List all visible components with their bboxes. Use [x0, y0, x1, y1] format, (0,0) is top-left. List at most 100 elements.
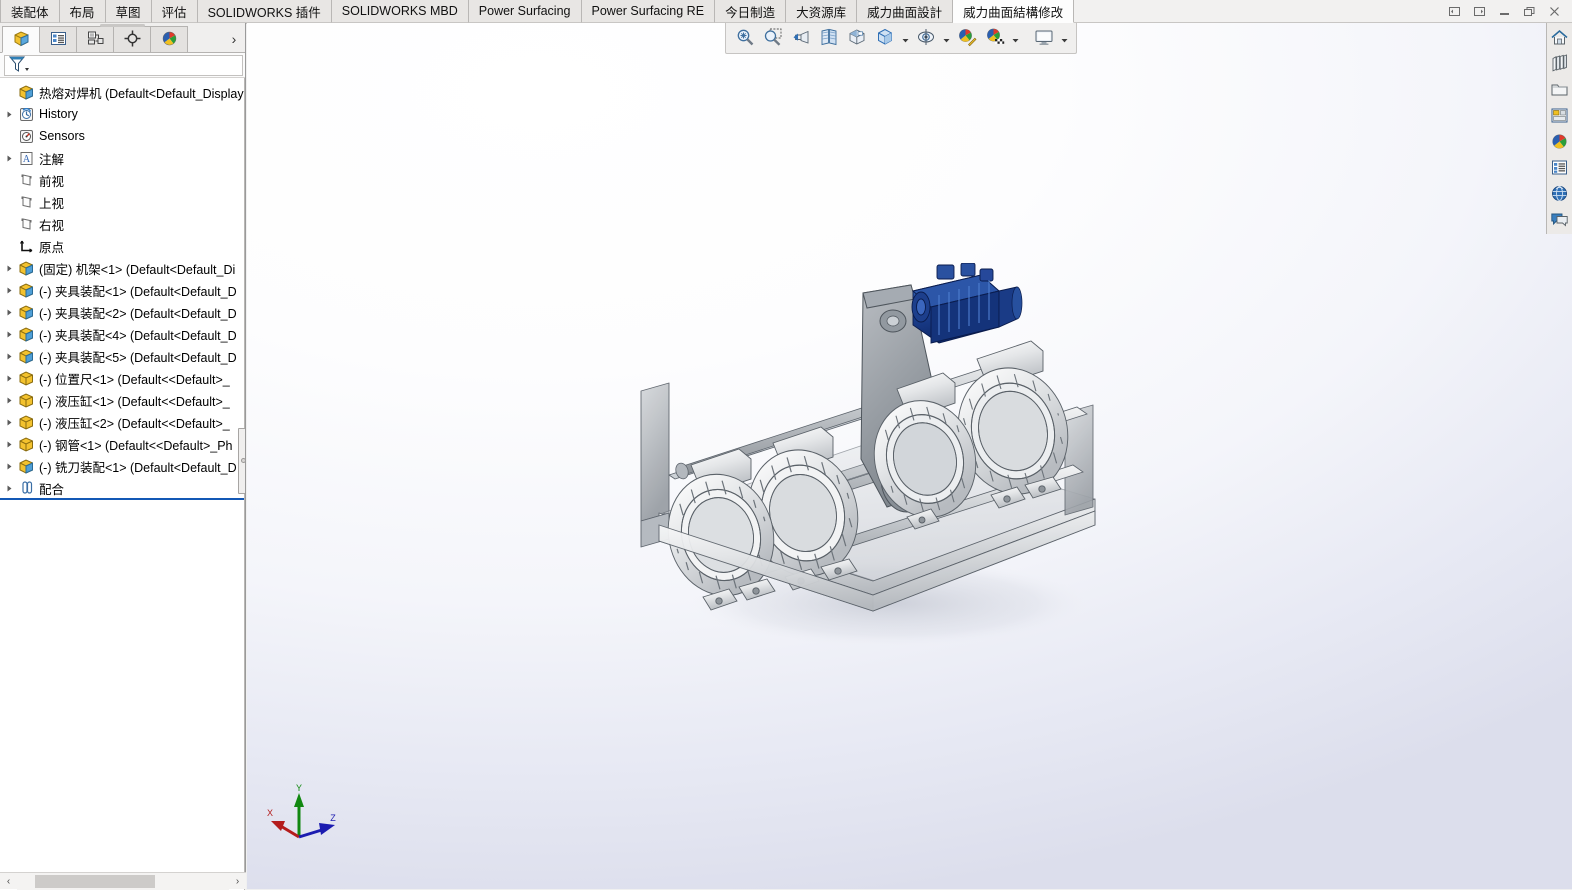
3d-content-central-button[interactable] [1548, 182, 1571, 207]
expand-twisty-icon[interactable] [2, 389, 16, 411]
expand-twisty-icon[interactable] [2, 367, 16, 389]
mates-icon [16, 477, 36, 499]
previous-view-button[interactable] [788, 26, 814, 51]
expand-twisty-icon[interactable] [2, 147, 16, 169]
feature-tree-tab[interactable] [2, 26, 40, 53]
model-3d-assembly[interactable] [625, 262, 1145, 683]
tree-item-component-position-gauge[interactable]: (-) 位置尺<1> (Default<<Default>_ [0, 367, 245, 389]
edit-appearance-button[interactable] [954, 26, 980, 51]
ribbon-tab-assembly[interactable]: 装配体 [0, 0, 60, 23]
feature-tree-horizontal-scrollbar[interactable]: ‹ › [0, 872, 246, 890]
tree-item-component-fixture-4[interactable]: (-) 夹具装配<4> (Default<Default_D [0, 323, 245, 345]
display-style-dropdown-caret[interactable] [900, 26, 911, 51]
tree-item-component-steel-pipe[interactable]: (-) 钢管<1> (Default<<Default>_Ph [0, 433, 245, 455]
expand-twisty-icon[interactable] [2, 477, 16, 499]
expand-twisty-icon[interactable] [2, 323, 16, 345]
restore-button[interactable] [1517, 1, 1541, 22]
ribbon-tab-power-surfacing[interactable]: Power Surfacing [468, 0, 582, 23]
zoom-to-area-button[interactable] [760, 26, 786, 51]
appearances-scenes-button[interactable] [1548, 130, 1571, 155]
ribbon-tab-solidworks-addins[interactable]: SOLIDWORKS 插件 [197, 0, 332, 23]
view-orientation-icon [847, 27, 867, 50]
expand-twisty-icon[interactable] [2, 433, 16, 455]
configuration-manager-tab[interactable] [76, 26, 114, 52]
tree-item-component-frame[interactable]: (固定) 机架<1> (Default<Default_Di [0, 257, 245, 279]
ribbon-tab-power-surface-structure-edit[interactable]: 威力曲面結構修改 [953, 0, 1075, 23]
hide-show-items-button[interactable] [913, 26, 939, 51]
tree-item-sensors[interactable]: Sensors [0, 125, 245, 147]
view-palette-button[interactable] [1548, 104, 1571, 129]
design-library-button[interactable] [1548, 52, 1571, 77]
filter-funnel-icon[interactable] [8, 54, 30, 77]
restore-down-right-button[interactable] [1467, 1, 1491, 22]
zoom-to-fit-button[interactable] [732, 26, 758, 51]
ribbon-tab-manufacture-today[interactable]: 今日制造 [715, 0, 787, 23]
expand-twisty-icon[interactable] [2, 411, 16, 433]
tree-item-label: History [39, 107, 78, 121]
display-style-button[interactable] [872, 26, 898, 51]
view-orientation-button[interactable] [844, 26, 870, 51]
expand-twisty-icon[interactable] [2, 279, 16, 301]
tree-item-history[interactable]: History [0, 103, 245, 125]
panel-splitter-handle[interactable] [238, 428, 245, 494]
ribbon-tab-layout[interactable]: 布局 [59, 0, 106, 23]
tree-item-component-hydraulic-cylinder-1[interactable]: (-) 液压缸<1> (Default<<Default>_ [0, 389, 245, 411]
tree-item-front-plane[interactable]: 前视 [0, 169, 245, 191]
ribbon-tab-evaluate[interactable]: 评估 [151, 0, 198, 23]
subpart-icon [16, 389, 36, 411]
globe-icon [1550, 184, 1569, 206]
tree-item-origin[interactable]: 原点 [0, 235, 245, 257]
apply-scene-button[interactable] [982, 26, 1008, 51]
custom-properties-button[interactable] [1548, 156, 1571, 181]
restore-down-left-button[interactable] [1442, 1, 1466, 22]
ribbon-tab-solidworks-mbd[interactable]: SOLIDWORKS MBD [331, 0, 469, 23]
scroll-left-arrow-icon[interactable]: ‹ [0, 873, 17, 890]
tree-item-component-fixture-2[interactable]: (-) 夹具装配<2> (Default<Default_D [0, 301, 245, 323]
tree-item-component-fixture-5[interactable]: (-) 夹具装配<5> (Default<Default_D [0, 345, 245, 367]
tree-item-top-plane[interactable]: 上视 [0, 191, 245, 213]
minimize-button[interactable] [1492, 1, 1516, 22]
solidworks-resources-button[interactable] [1548, 26, 1571, 51]
expand-twisty-icon[interactable] [2, 257, 16, 279]
design-library-icon [1550, 53, 1569, 76]
graphics-viewport[interactable]: Y X Z [247, 23, 1572, 889]
tree-item-label: 上视 [39, 196, 65, 211]
expand-twisty-icon[interactable] [2, 301, 16, 323]
tree-item-component-fixture-1[interactable]: (-) 夹具装配<1> (Default<Default_D [0, 279, 245, 301]
ribbon-tab-power-surface-design[interactable]: 威力曲面設計 [857, 0, 954, 23]
expand-twisty-icon[interactable] [2, 345, 16, 367]
technical-alerts-button[interactable] [1548, 208, 1571, 233]
view-settings-dropdown-caret[interactable] [1059, 26, 1070, 51]
tree-item-annotations[interactable]: A 注解 [0, 147, 245, 169]
display-manager-tab[interactable] [150, 26, 188, 52]
hide-show-dropdown-caret[interactable] [941, 26, 952, 51]
tree-item-component-hydraulic-cylinder-2[interactable]: (-) 液压缸<2> (Default<<Default>_ [0, 411, 245, 433]
ribbon-tab-sketch[interactable]: 草图 [105, 0, 152, 23]
part-icon [16, 301, 36, 323]
expand-twisty-icon[interactable] [2, 455, 16, 477]
scrollbar-track[interactable] [17, 872, 229, 890]
tree-item-label: 热熔对焊机 (Default<Default_Display St [39, 86, 245, 101]
close-button[interactable] [1542, 1, 1566, 22]
tree-item-mates[interactable]: 配合 [0, 477, 245, 499]
property-manager-tab[interactable] [39, 26, 77, 52]
tree-item-label: 注解 [39, 152, 65, 167]
apply-scene-dropdown-caret[interactable] [1010, 26, 1021, 51]
section-view-button[interactable] [816, 26, 842, 51]
feature-manager-overflow-button[interactable]: › [223, 26, 245, 52]
tree-item-root-assembly[interactable]: 热熔对焊机 (Default<Default_Display St [0, 81, 245, 103]
filter-input-box[interactable] [4, 54, 243, 77]
tree-item-right-plane[interactable]: 右视 [0, 213, 245, 235]
file-explorer-button[interactable] [1548, 78, 1571, 103]
scrollbar-thumb[interactable] [35, 874, 155, 888]
ribbon-tab-power-surfacing-re[interactable]: Power Surfacing RE [581, 0, 716, 23]
scroll-right-arrow-icon[interactable]: › [229, 873, 246, 890]
dimxpert-manager-tab[interactable] [113, 26, 151, 52]
feature-tree[interactable]: 热熔对焊机 (Default<Default_Display St Histor… [0, 78, 245, 890]
tree-item-component-milling-cutter-assembly[interactable]: (-) 铣刀装配<1> (Default<Default_D [0, 455, 245, 477]
ribbon-tab-resource-library[interactable]: 大资源库 [786, 0, 858, 23]
part-icon [16, 345, 36, 367]
view-settings-button[interactable] [1031, 26, 1057, 51]
svg-text:X: X [267, 808, 273, 818]
expand-twisty-icon[interactable] [2, 103, 16, 125]
